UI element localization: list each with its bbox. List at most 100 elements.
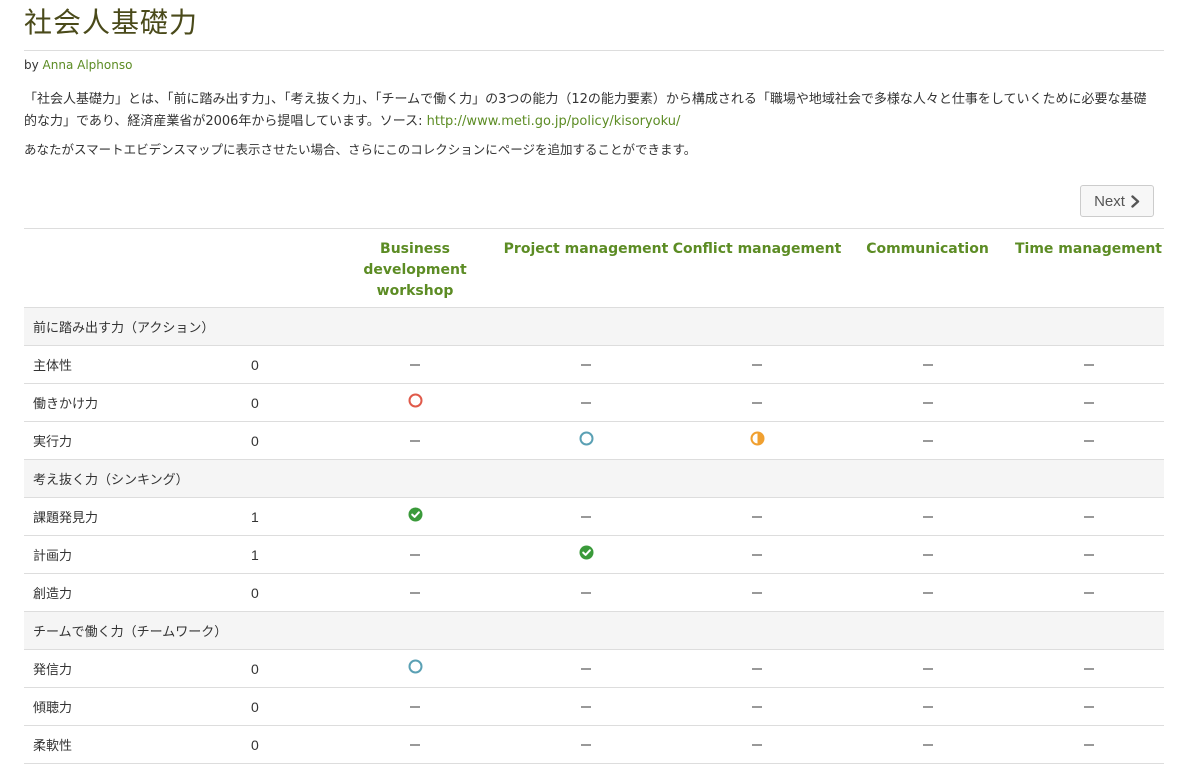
- no-evidence-dash-icon: [1083, 705, 1094, 708]
- no-evidence-dash-icon: [581, 515, 591, 518]
- no-evidence-dash-icon: [410, 705, 420, 708]
- row-count: 0: [251, 394, 259, 411]
- column-header[interactable]: Time management: [1013, 229, 1164, 308]
- no-evidence-dash-icon: [1083, 553, 1094, 556]
- description: 「社会人基礎力」とは、「前に踏み出す力」、「考え抜く力」、「チームで働く力」の3…: [24, 89, 1159, 133]
- matrix-cell[interactable]: [330, 498, 500, 536]
- matrix-cell: [1013, 498, 1164, 536]
- page-title: 社会人基礎力: [24, 0, 1164, 51]
- matrix-cell: [842, 346, 1013, 384]
- matrix-cell: [500, 346, 672, 384]
- no-evidence-dash-icon: [410, 553, 420, 556]
- no-evidence-dash-icon: [922, 705, 933, 708]
- author-link[interactable]: Anna Alphonso: [43, 58, 133, 72]
- row-count: 0: [251, 584, 259, 601]
- check-circle-icon[interactable]: [408, 507, 423, 526]
- no-evidence-dash-icon: [752, 515, 762, 518]
- row-count: 1: [251, 508, 259, 525]
- matrix-cell[interactable]: [330, 384, 500, 422]
- group-label: 考え抜く力（シンキング）: [33, 473, 189, 488]
- next-button-label: Next: [1094, 192, 1125, 210]
- table-row: 計画力 1: [24, 535, 1164, 574]
- matrix-cell: [330, 422, 500, 460]
- row-label: 主体性: [33, 359, 73, 374]
- no-evidence-dash-icon: [581, 667, 591, 670]
- half-circle-icon[interactable]: [750, 431, 765, 450]
- row-count: 0: [251, 698, 259, 715]
- no-evidence-dash-icon: [1083, 401, 1094, 404]
- no-evidence-dash-icon: [752, 401, 762, 404]
- matrix-cell: [500, 574, 672, 612]
- blue-circle-icon[interactable]: [579, 431, 594, 450]
- matrix-cell: [672, 726, 842, 764]
- group-label: チームで働く力（チームワーク）: [33, 625, 228, 640]
- matrix-cell: [1013, 688, 1164, 726]
- table-row: 柔軟性 0: [24, 725, 1164, 764]
- table-row: 課題発見力 1: [24, 497, 1164, 536]
- no-evidence-dash-icon: [922, 363, 933, 366]
- no-evidence-dash-icon: [922, 439, 933, 442]
- next-button[interactable]: Next: [1080, 185, 1154, 217]
- check-circle-icon[interactable]: [579, 545, 594, 564]
- no-evidence-dash-icon: [410, 743, 420, 746]
- red-circle-icon[interactable]: [408, 393, 423, 412]
- row-label: 働きかけ力: [33, 397, 99, 412]
- no-evidence-dash-icon: [410, 363, 420, 366]
- header-blank: [24, 229, 250, 308]
- no-evidence-dash-icon: [1083, 591, 1094, 594]
- no-evidence-dash-icon: [1083, 439, 1094, 442]
- no-evidence-dash-icon: [1083, 743, 1094, 746]
- matrix-cell: [500, 498, 672, 536]
- collection-note: あなたがスマートエビデンスマップに表示させたい場合、さらにこのコレクションにペー…: [24, 142, 697, 157]
- row-count: 0: [251, 736, 259, 753]
- matrix-cell: [1013, 726, 1164, 764]
- matrix-cell: [1013, 384, 1164, 422]
- matrix-cell: [672, 346, 842, 384]
- matrix-cell: [672, 536, 842, 574]
- row-label: 発信力: [33, 663, 73, 678]
- source-link[interactable]: http://www.meti.go.jp/policy/kisoryoku/: [427, 114, 681, 129]
- no-evidence-dash-icon: [922, 553, 933, 556]
- group-label: 前に踏み出す力（アクション）: [33, 321, 215, 336]
- table-row: 実行力 0: [24, 421, 1164, 460]
- no-evidence-dash-icon: [752, 553, 762, 556]
- matrix-cell: [500, 688, 672, 726]
- row-label: 実行力: [33, 435, 73, 450]
- matrix-cell[interactable]: [672, 422, 842, 460]
- column-header-row: Business development workshop Project man…: [24, 228, 1164, 308]
- no-evidence-dash-icon: [581, 591, 591, 594]
- matrix-body: 前に踏み出す力（アクション） 主体性 0 働きかけ力 0 実行力 0 考え抜く力（シンキング）…: [24, 307, 1164, 764]
- column-header[interactable]: Conflict management: [672, 229, 842, 308]
- no-evidence-dash-icon: [581, 401, 591, 404]
- group-row: 考え抜く力（シンキング）: [24, 459, 1164, 498]
- column-header[interactable]: Project management: [500, 229, 672, 308]
- no-evidence-dash-icon: [752, 591, 762, 594]
- matrix-cell: [672, 384, 842, 422]
- matrix-cell[interactable]: [500, 536, 672, 574]
- no-evidence-dash-icon: [752, 363, 762, 366]
- chevron-right-icon: [1131, 194, 1140, 208]
- column-header[interactable]: Communication: [842, 229, 1013, 308]
- blue-circle-icon[interactable]: [408, 659, 423, 678]
- no-evidence-dash-icon: [922, 515, 933, 518]
- matrix-cell: [330, 536, 500, 574]
- no-evidence-dash-icon: [1083, 667, 1094, 670]
- column-header[interactable]: Business development workshop: [330, 229, 500, 308]
- row-count: 0: [251, 432, 259, 449]
- matrix-cell: [1013, 574, 1164, 612]
- matrix-cell[interactable]: [330, 650, 500, 688]
- matrix-cell: [672, 688, 842, 726]
- matrix-cell: [330, 726, 500, 764]
- matrix-cell: [672, 498, 842, 536]
- row-label: 傾聴力: [33, 701, 73, 716]
- matrix-cell: [842, 650, 1013, 688]
- row-label: 計画力: [33, 549, 73, 564]
- table-row: 創造力 0: [24, 573, 1164, 612]
- row-count: 0: [251, 356, 259, 373]
- no-evidence-dash-icon: [1083, 363, 1094, 366]
- no-evidence-dash-icon: [410, 439, 420, 442]
- no-evidence-dash-icon: [752, 667, 762, 670]
- no-evidence-dash-icon: [922, 743, 933, 746]
- evidence-matrix: Business development workshop Project man…: [24, 228, 1164, 764]
- matrix-cell[interactable]: [500, 422, 672, 460]
